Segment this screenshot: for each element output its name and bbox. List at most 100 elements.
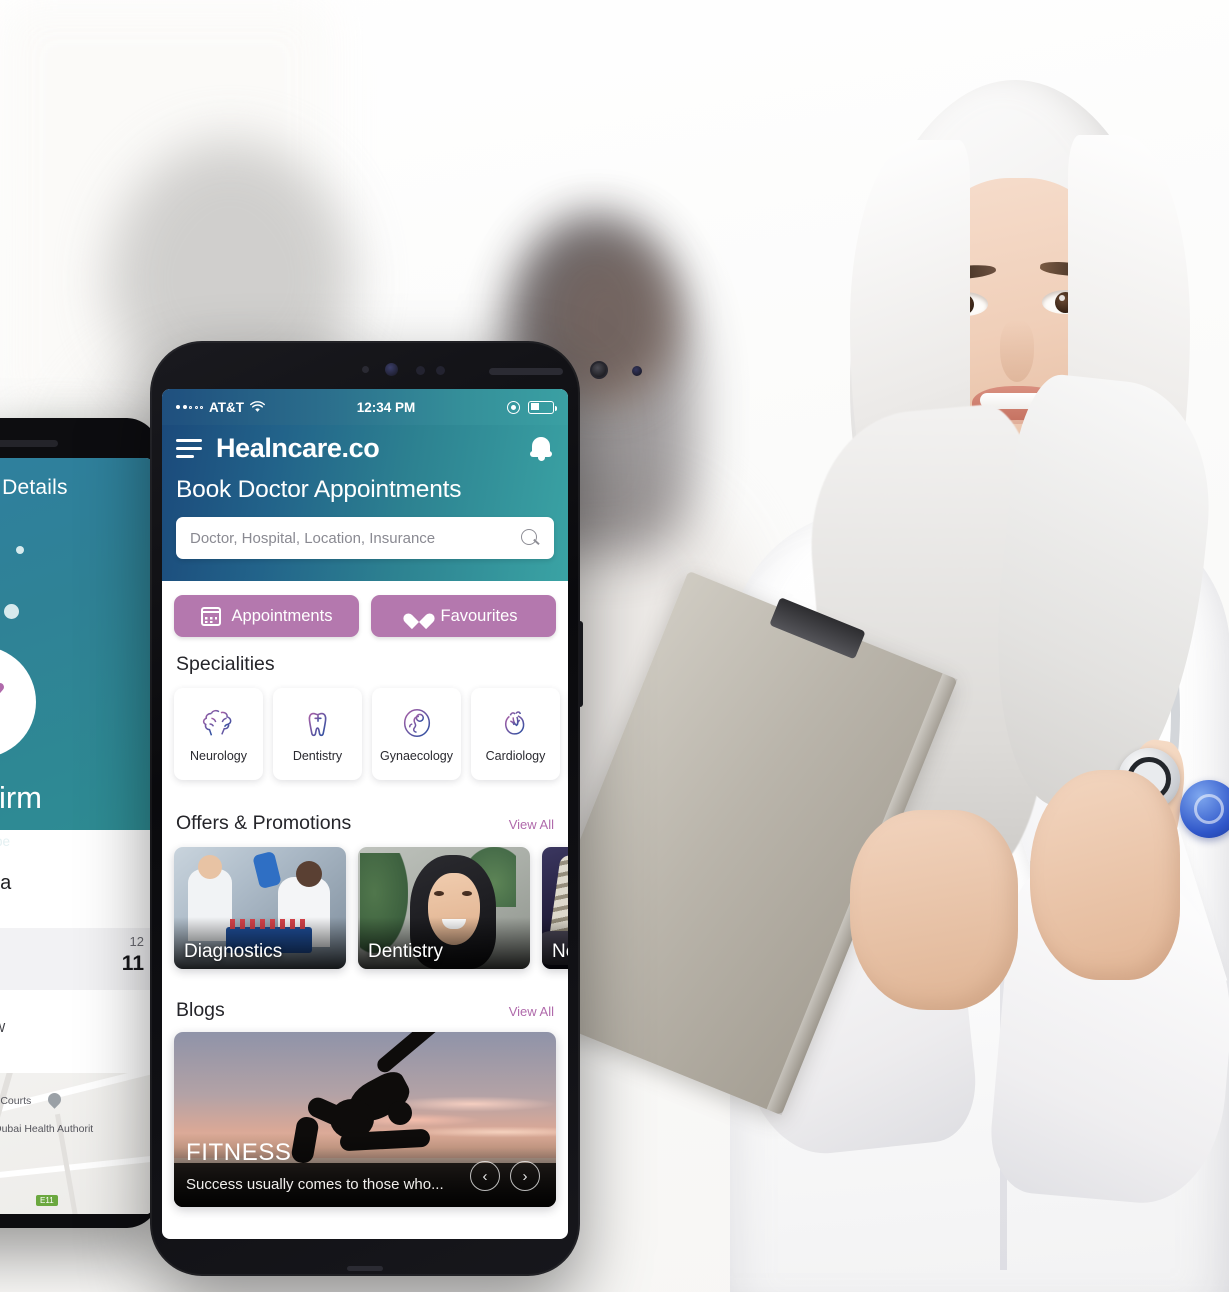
quick-actions: Appointments Favourites <box>162 581 568 637</box>
heart-anatomy-icon <box>504 711 524 735</box>
bell-icon[interactable] <box>528 435 554 463</box>
appointments-button-label: Appointments <box>231 606 333 625</box>
light-sensor-icon <box>416 366 425 375</box>
phone-top-bezel <box>150 341 642 395</box>
light-sensor-icon <box>436 366 445 375</box>
map-poi-label: Dubai Health Authorit <box>0 1122 94 1135</box>
doctor-hand-right <box>1030 770 1180 980</box>
specialities-title: Specialities <box>176 653 275 675</box>
doctor-photo <box>512 80 1229 1292</box>
appointment-date-row: . Date 12 11 <box>0 928 152 990</box>
phone-side-button[interactable] <box>579 621 583 707</box>
offers-list[interactable]: Diagnostics Dentistry Neu <box>162 835 568 983</box>
blogs-view-all-link[interactable]: View All <box>509 1004 554 1019</box>
primary-phone: AT&T 12:34 PM Healncare.co Book Doctor A… <box>150 341 642 1276</box>
appointment-doctor-speciality: paedics <box>0 899 152 914</box>
appointment-address: United Arab Emirates 68W Arab Emirates <box>0 1018 152 1061</box>
decorative-dot <box>16 546 24 554</box>
map-route-badge: E11 <box>36 1194 58 1206</box>
status-bar: AT&T 12:34 PM <box>162 389 568 425</box>
signal-strength-icon <box>176 405 203 409</box>
speciality-label: Dentistry <box>292 749 343 763</box>
brain-icon <box>202 709 231 736</box>
specialities-header: Specialities <box>162 653 568 676</box>
app-brand-row: Healncare.co <box>176 433 554 464</box>
app-content: Appointments Favourites Specialities Neu… <box>162 581 568 1207</box>
offer-card-neurology[interactable]: Neu <box>542 847 568 969</box>
offer-label: Dentistry <box>368 941 443 962</box>
blogs-header: Blogs View All <box>162 999 568 1022</box>
speciality-card-neurology[interactable]: Neurology <box>174 688 263 780</box>
speciality-label: Neurology <box>190 749 247 763</box>
phone-home-indicator <box>347 1266 383 1271</box>
phone-earpiece <box>489 368 563 375</box>
calendar-icon <box>200 606 221 626</box>
battery-icon <box>528 400 557 414</box>
badge-reel-icon <box>1180 780 1229 838</box>
favourites-button-label: Favourites <box>440 606 518 625</box>
fetus-icon <box>403 708 430 738</box>
map-road <box>0 1153 152 1194</box>
search-icon[interactable] <box>521 528 540 548</box>
booking-confirmed-heading: king Confirm <box>0 780 42 815</box>
offer-label: Diagnostics <box>184 941 283 962</box>
speciality-label: Cardiology <box>485 749 546 763</box>
appointment-details-title: Appointment Details <box>0 476 68 499</box>
wifi-icon <box>250 401 265 412</box>
speciality-card-dentistry[interactable]: Dentistry <box>273 688 362 780</box>
search-bar[interactable] <box>176 517 554 559</box>
location-icon <box>507 400 520 414</box>
specialities-list[interactable]: Neurology Dentistry Gynaecology Cardiolo… <box>162 676 568 796</box>
secondary-phone: Appointment Details king Confirm ion ema… <box>0 418 160 1228</box>
offer-card-diagnostics[interactable]: Diagnostics <box>174 847 346 969</box>
speciality-card-gynaecology[interactable]: Gynaecology <box>372 688 461 780</box>
search-input[interactable] <box>190 529 521 547</box>
blog-summary: Success usually comes to those who... <box>186 1176 444 1193</box>
hamburger-icon[interactable] <box>176 438 202 459</box>
blog-card-fitness[interactable]: FITNESS Success usually comes to those w… <box>174 1032 556 1207</box>
offers-view-all-link[interactable]: View All <box>509 817 554 832</box>
app-brand-title: Healncare.co <box>216 433 380 463</box>
status-bar-left: AT&T <box>176 400 265 415</box>
appointments-button[interactable]: Appointments <box>174 595 359 637</box>
confirmation-subtext-line1: ion email & SMS has be <box>0 834 11 849</box>
blogs-title: Blogs <box>176 999 225 1021</box>
favourites-button[interactable]: Favourites <box>371 595 556 637</box>
phone-screen: AT&T 12:34 PM Healncare.co Book Doctor A… <box>162 389 568 1239</box>
secondary-phone-screen: Appointment Details king Confirm ion ema… <box>0 458 152 1214</box>
sensor-icon <box>632 366 642 376</box>
offers-header: Offers & Promotions View All <box>162 812 568 835</box>
blogs-carousel: FITNESS Success usually comes to those w… <box>162 1022 568 1207</box>
check-icon <box>0 683 4 694</box>
offer-card-dentistry[interactable]: Dentistry <box>358 847 530 969</box>
map-poi-label: Dubai Courts <box>0 1094 32 1107</box>
status-bar-right <box>507 400 557 414</box>
speciality-card-cardiology[interactable]: Cardiology <box>471 688 560 780</box>
blog-category: FITNESS <box>186 1139 292 1166</box>
carrier-label: AT&T <box>209 399 244 415</box>
confirmation-subtext: ion email & SMS has be your registered d… <box>0 832 152 874</box>
heart-icon <box>409 607 429 625</box>
success-check-badge <box>0 646 36 758</box>
offers-title: Offers & Promotions <box>176 812 352 834</box>
app-header: Healncare.co Book Doctor Appointments <box>162 425 568 581</box>
decorative-dot <box>4 604 19 619</box>
address-line-1: United Arab Emirates 68W <box>0 1021 5 1035</box>
appointment-detail-panel: ils nand Kumar Cha paedics . Date 12 11 … <box>0 830 152 1214</box>
chevron-right-icon[interactable]: › <box>510 1161 540 1191</box>
iris-scanner-icon <box>385 363 398 376</box>
doctor-nose <box>1000 320 1034 382</box>
appointment-date-value: 11 <box>121 952 144 975</box>
appointment-confirmation-hero: Appointment Details king Confirm ion ema… <box>0 458 152 849</box>
page-title: Book Doctor Appointments <box>176 476 462 503</box>
app-brand-left: Healncare.co <box>176 433 380 464</box>
status-bar-time: 12:34 PM <box>356 399 416 415</box>
doctor-hand-left <box>850 810 1018 1010</box>
proximity-sensor-icon <box>362 366 369 373</box>
phone-earpiece <box>0 440 58 447</box>
appointment-doctor-name: nand Kumar Cha <box>0 872 12 894</box>
front-camera-icon <box>590 361 608 379</box>
appointment-map[interactable]: Dubai Courts Dubai Dubai Health Authorit… <box>0 1072 152 1214</box>
speciality-label: Gynaecology <box>380 749 453 763</box>
chevron-left-icon[interactable]: ‹ <box>470 1161 500 1191</box>
